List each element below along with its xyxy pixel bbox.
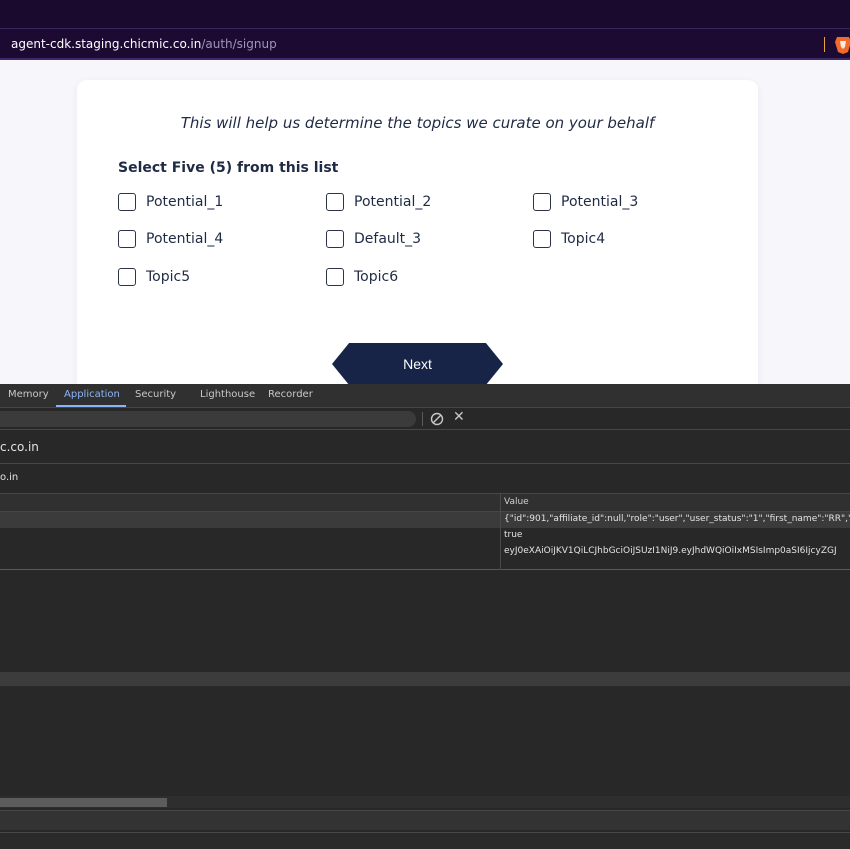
- tab-recorder[interactable]: Recorder: [268, 389, 313, 400]
- checkbox[interactable]: [118, 193, 136, 211]
- horizontal-scrollbar[interactable]: [0, 796, 850, 808]
- option-topic6[interactable]: Topic6: [326, 267, 398, 287]
- option-topic5[interactable]: Topic5: [118, 267, 190, 287]
- option-label: Potential_1: [146, 194, 224, 210]
- option-potential-4[interactable]: Potential_4: [118, 229, 223, 249]
- checkbox[interactable]: [326, 268, 344, 286]
- domain-text: o.in: [0, 472, 19, 483]
- brave-shield-icon[interactable]: [834, 35, 850, 55]
- filter-input[interactable]: [0, 411, 416, 427]
- option-potential-3[interactable]: Potential_3: [533, 192, 638, 212]
- value-cell: {"id":901,"affiliate_id":null,"role":"us…: [504, 514, 850, 524]
- value-cell: true: [504, 530, 523, 540]
- value-cell: eyJ0eXAiOiJKV1QiLCJhbGciOiJSUzI1NiJ9.eyJ…: [504, 546, 837, 556]
- option-label: Topic4: [561, 231, 606, 247]
- topics-card: This will help us determine the topics w…: [77, 80, 758, 384]
- clear-all-icon[interactable]: [430, 411, 444, 426]
- table-header: Value: [0, 494, 850, 512]
- page-viewport: This will help us determine the topics w…: [0, 60, 850, 384]
- active-tab-indicator: [56, 405, 126, 407]
- table-row[interactable]: eyJ0eXAiOiJKV1QiLCJhbGciOiJSUzI1NiJ9.eyJ…: [0, 544, 850, 560]
- origin-row: c.co.in: [0, 430, 850, 464]
- checkbox[interactable]: [533, 193, 551, 211]
- column-separator[interactable]: [500, 494, 501, 570]
- url-text[interactable]: agent-cdk.staging.chicmic.co.in/auth/sig…: [11, 37, 277, 51]
- url-host: agent-cdk.staging.chicmic.co.in: [11, 36, 202, 51]
- checkbox[interactable]: [533, 230, 551, 248]
- checkbox[interactable]: [118, 230, 136, 248]
- browser-top-strip: [0, 0, 850, 28]
- tab-lighthouse[interactable]: Lighthouse: [200, 389, 255, 400]
- storage-filter-row: ✕: [0, 408, 850, 430]
- tab-memory[interactable]: Memory: [8, 389, 49, 400]
- checkbox[interactable]: [326, 230, 344, 248]
- devtools-status-bar: [0, 832, 850, 849]
- select-instruction: Select Five (5) from this list: [118, 160, 339, 176]
- devtools-panel: Memory Application Security Lighthouse R…: [0, 384, 850, 849]
- option-topic4[interactable]: Topic4: [533, 229, 605, 249]
- table-row[interactable]: {"id":901,"affiliate_id":null,"role":"us…: [0, 512, 850, 528]
- option-label: Potential_3: [561, 194, 639, 210]
- next-button[interactable]: Next: [332, 343, 503, 384]
- table-row[interactable]: true: [0, 528, 850, 544]
- pane-divider[interactable]: [0, 672, 850, 686]
- scrollbar-thumb[interactable]: [0, 798, 167, 807]
- delete-selected-icon[interactable]: ✕: [453, 409, 465, 425]
- tab-application[interactable]: Application: [64, 389, 120, 400]
- option-label: Potential_2: [354, 194, 432, 210]
- option-label: Potential_4: [146, 231, 224, 247]
- devtools-tabbar: Memory Application Security Lighthouse R…: [0, 384, 850, 408]
- option-potential-2[interactable]: Potential_2: [326, 192, 431, 212]
- storage-table: Value {"id":901,"affiliate_id":null,"rol…: [0, 494, 850, 570]
- option-label: Default_3: [354, 231, 422, 247]
- option-label: Topic6: [354, 269, 399, 285]
- page-headline: This will help us determine the topics w…: [180, 114, 655, 132]
- url-path: /auth/signup: [201, 36, 277, 51]
- origin-text: c.co.in: [0, 440, 39, 454]
- devtools-bottom-bar: [0, 810, 850, 830]
- address-bar[interactable]: agent-cdk.staging.chicmic.co.in/auth/sig…: [0, 28, 850, 60]
- option-default-3[interactable]: Default_3: [326, 229, 421, 249]
- checkbox[interactable]: [118, 268, 136, 286]
- tab-security[interactable]: Security: [135, 389, 176, 400]
- value-column-header[interactable]: Value: [504, 497, 529, 507]
- toolbar-separator: [422, 412, 423, 426]
- option-potential-1[interactable]: Potential_1: [118, 192, 223, 212]
- checkbox[interactable]: [326, 193, 344, 211]
- option-label: Topic5: [146, 269, 191, 285]
- address-bar-separator: [824, 37, 825, 52]
- storage-domain-row[interactable]: o.in: [0, 464, 850, 494]
